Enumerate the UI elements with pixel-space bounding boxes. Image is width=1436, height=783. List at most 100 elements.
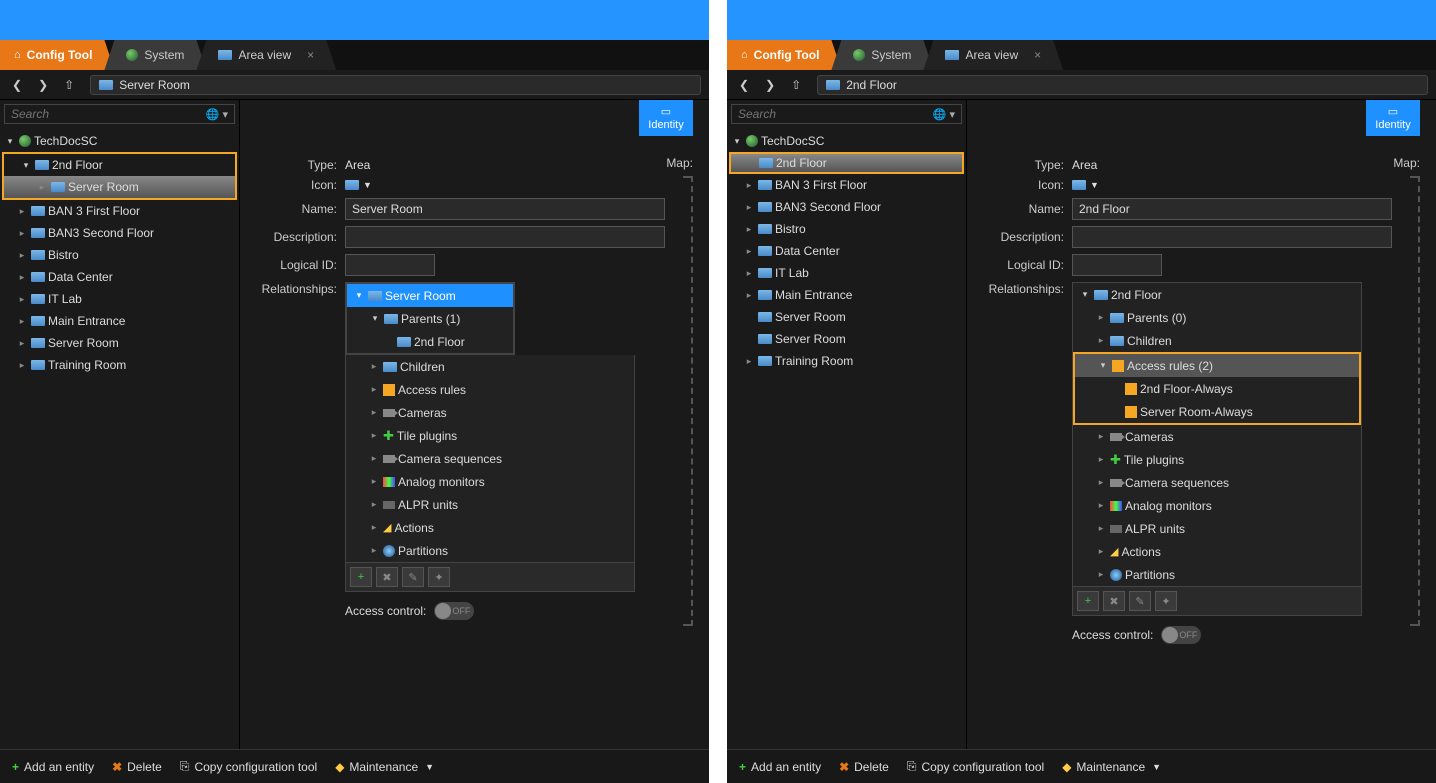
tab-system[interactable]: System [104,40,206,70]
identity-tab[interactable]: ▭Identity [1366,100,1420,136]
search-input[interactable] [738,107,929,121]
rel-partitions[interactable]: ▸Partitions [1073,563,1361,586]
tree-root[interactable]: ▾TechDocSC [0,130,239,152]
tree-item[interactable]: ▸BAN 3 First Floor [0,200,239,222]
nav-back[interactable]: ❮ [735,76,753,94]
tree-item[interactable]: ▸BAN 3 First Floor [727,174,966,196]
add-button[interactable]: + [350,567,372,587]
nav-back[interactable]: ❮ [8,76,26,94]
tools-button[interactable]: ✦ [428,567,450,587]
globe-icon[interactable]: 🌐 [206,108,220,121]
logid-input[interactable] [345,254,435,276]
rel-alpr[interactable]: ▸ALPR units [346,493,634,516]
tree-item[interactable]: ▸Server Room [0,332,239,354]
tree-item[interactable]: ▸Bistro [727,218,966,240]
tree-item[interactable]: Server Room [727,328,966,350]
remove-button[interactable]: ✖ [376,567,398,587]
access-toggle[interactable]: OFF [434,602,474,620]
rel-root[interactable]: ▾2nd Floor [1073,283,1361,306]
breadcrumb[interactable]: Server Room [90,75,701,95]
rel-cameras[interactable]: ▸Cameras [1073,425,1361,448]
filter-icon[interactable]: ▾ [222,108,228,121]
breadcrumb[interactable]: 2nd Floor [817,75,1428,95]
tree-item[interactable]: ▸BAN3 Second Floor [0,222,239,244]
tab-system[interactable]: System [831,40,933,70]
rel-plugins[interactable]: ▸✚Tile plugins [1073,448,1361,471]
rel-rule-item[interactable]: 2nd Floor-Always [1075,377,1359,400]
copy-config-button[interactable]: ⎘Copy configuration tool [180,759,317,774]
rel-root[interactable]: ▾Server Room [347,284,513,307]
close-icon[interactable]: × [1034,48,1041,62]
delete-button[interactable]: ✖Delete [839,760,889,774]
desc-input[interactable] [1072,226,1392,248]
delete-button[interactable]: ✖Delete [112,760,162,774]
tree-item[interactable]: ▸Training Room [0,354,239,376]
icon-picker[interactable] [1072,180,1086,190]
tab-area-view[interactable]: Area view× [196,40,336,70]
add-button[interactable]: + [1077,591,1099,611]
rel-camseq[interactable]: ▸Camera sequences [1073,471,1361,494]
identity-tab[interactable]: ▭Identity [639,100,693,136]
search-input[interactable] [11,107,202,121]
tree-item[interactable]: ▸Main Entrance [727,284,966,306]
rel-plugins[interactable]: ▸✚Tile plugins [346,424,634,447]
rel-cameras[interactable]: ▸Cameras [346,401,634,424]
edit-button[interactable]: ✎ [402,567,424,587]
nav-up[interactable]: ⇧ [60,76,78,94]
maintenance-button[interactable]: ◆Maintenance▼ [335,760,434,774]
name-input[interactable] [345,198,665,220]
edit-button[interactable]: ✎ [1129,591,1151,611]
tab-config[interactable]: ⌂Config Tool [0,40,114,70]
rel-analog[interactable]: ▸Analog monitors [346,470,634,493]
close-icon[interactable]: × [307,48,314,62]
dropdown-icon[interactable]: ▼ [1090,180,1099,190]
add-entity-button[interactable]: +Add an entity [12,760,94,774]
tree-root[interactable]: ▾TechDocSC [727,130,966,152]
rel-rule-item[interactable]: Server Room-Always [1075,400,1359,423]
tree-server-room[interactable]: ▸Server Room [4,176,235,198]
maintenance-button[interactable]: ◆Maintenance▼ [1062,760,1161,774]
nav-fwd[interactable]: ❯ [34,76,52,94]
globe-icon [746,135,758,147]
filter-icon[interactable]: ▾ [949,108,955,121]
icon-picker[interactable] [345,180,359,190]
tree-2nd-floor[interactable]: ▾2nd Floor [4,154,235,176]
name-input[interactable] [1072,198,1392,220]
rel-analog[interactable]: ▸Analog monitors [1073,494,1361,517]
rel-children[interactable]: ▸Children [346,355,634,378]
rel-alpr[interactable]: ▸ALPR units [1073,517,1361,540]
tree-2nd-floor[interactable]: 2nd Floor [729,152,964,174]
rel-parents[interactable]: ▾Parents (1) [347,307,513,330]
add-entity-button[interactable]: +Add an entity [739,760,821,774]
globe-icon[interactable]: 🌐 [933,108,947,121]
tree-item[interactable]: ▸Training Room [727,350,966,372]
tree-item[interactable]: ▸IT Lab [727,262,966,284]
tree-item[interactable]: ▸Bistro [0,244,239,266]
desc-input[interactable] [345,226,665,248]
dropdown-icon[interactable]: ▼ [363,180,372,190]
rel-actions[interactable]: ▸◢Actions [346,516,634,539]
rel-parent-item[interactable]: 2nd Floor [347,330,513,353]
rel-children[interactable]: ▸Children [1073,329,1361,352]
rel-access-rules[interactable]: ▸Access rules [346,378,634,401]
tree-item[interactable]: ▸Main Entrance [0,310,239,332]
rel-camseq[interactable]: ▸Camera sequences [346,447,634,470]
tab-area-view[interactable]: Area view× [923,40,1063,70]
nav-up[interactable]: ⇧ [787,76,805,94]
tree-item[interactable]: ▸IT Lab [0,288,239,310]
remove-button[interactable]: ✖ [1103,591,1125,611]
rel-access-rules[interactable]: ▾Access rules (2) [1075,354,1359,377]
access-toggle[interactable]: OFF [1161,626,1201,644]
tools-button[interactable]: ✦ [1155,591,1177,611]
tree-item[interactable]: ▸Data Center [727,240,966,262]
tree-item[interactable]: ▸Data Center [0,266,239,288]
tree-item[interactable]: Server Room [727,306,966,328]
nav-fwd[interactable]: ❯ [761,76,779,94]
logid-input[interactable] [1072,254,1162,276]
rel-parents[interactable]: ▸Parents (0) [1073,306,1361,329]
copy-config-button[interactable]: ⎘Copy configuration tool [907,759,1044,774]
tab-config[interactable]: ⌂Config Tool [727,40,841,70]
rel-actions[interactable]: ▸◢Actions [1073,540,1361,563]
rel-partitions[interactable]: ▸Partitions [346,539,634,562]
tree-item[interactable]: ▸BAN3 Second Floor [727,196,966,218]
